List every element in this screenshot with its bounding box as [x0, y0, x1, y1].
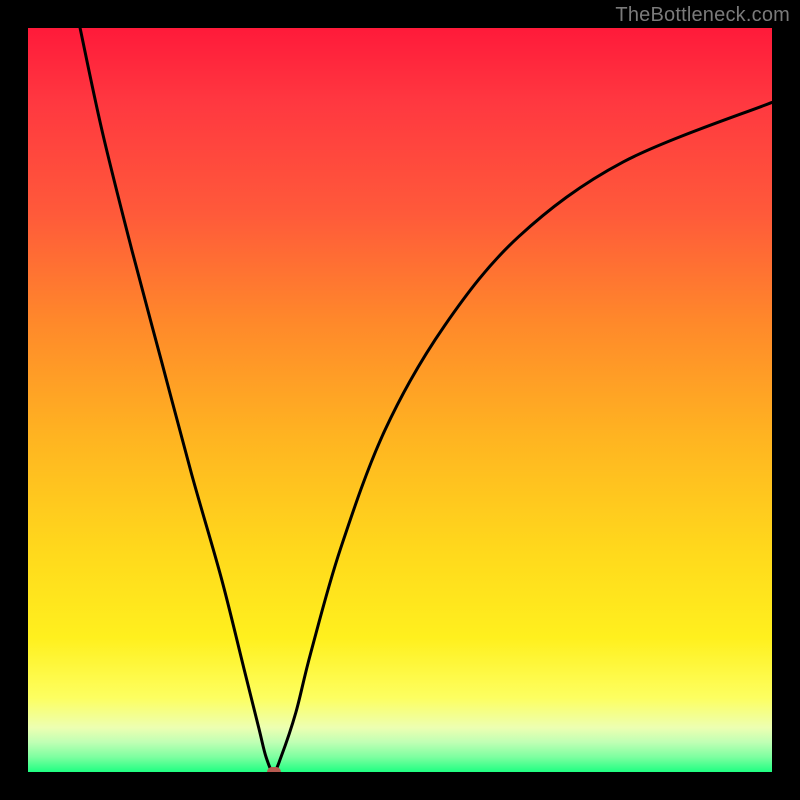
plot-area [28, 28, 772, 772]
bottleneck-curve [28, 28, 772, 772]
optimal-point-marker [267, 767, 281, 772]
watermark-text: TheBottleneck.com [615, 4, 790, 27]
chart-frame: TheBottleneck.com [0, 0, 800, 800]
